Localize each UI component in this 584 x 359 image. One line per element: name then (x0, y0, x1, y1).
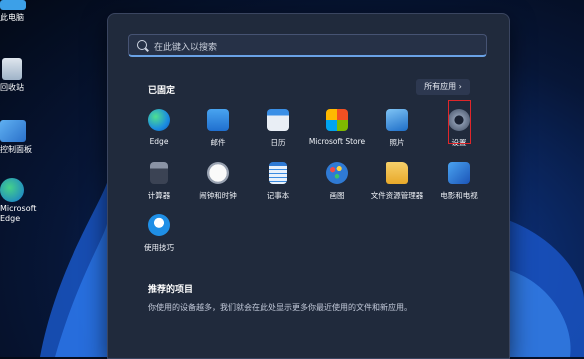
clock-icon (207, 162, 229, 184)
edge-icon (148, 109, 170, 131)
pinned-app-store[interactable]: Microsoft Store (306, 109, 368, 146)
desktop-icon-label: 控制面板 (0, 145, 32, 154)
all-apps-button[interactable]: 所有应用 › (416, 79, 470, 95)
pinned-app-paint[interactable]: 画图 (306, 162, 368, 201)
settings-highlight-box (448, 100, 471, 144)
folder-icon (386, 162, 408, 184)
pinned-title: 已固定 (148, 86, 176, 96)
desktop-icon-computer[interactable]: 此电脑 (0, 0, 42, 23)
pinned-app-label: 使用技巧 (144, 243, 174, 252)
pinned-app-label: Microsoft Store (308, 137, 366, 146)
pinned-app-label: 日历 (270, 138, 286, 147)
pinned-app-label: 照片 (389, 138, 405, 147)
calendar-icon (267, 109, 289, 131)
pinned-app-mail[interactable]: 邮件 (187, 109, 249, 148)
computer-icon (0, 0, 26, 10)
pinned-app-photos[interactable]: 照片 (366, 109, 428, 148)
edge-icon (0, 178, 24, 202)
pinned-app-edge[interactable]: Edge (128, 109, 190, 146)
desktop-icon-control-panel[interactable]: 控制面板 (0, 120, 42, 155)
search-input[interactable]: 在此键入以搜索 (154, 40, 217, 53)
pinned-app-movies-tv[interactable]: 电影和电视 (428, 162, 490, 201)
search-icon (137, 40, 147, 50)
pinned-app-clock[interactable]: 闹钟和时钟 (187, 162, 249, 201)
pinned-app-file-explorer[interactable]: 文件资源管理器 (366, 162, 428, 201)
tips-icon (148, 214, 170, 236)
desktop-icon-label: Microsoft Edge (0, 204, 37, 223)
pinned-app-label: 邮件 (210, 138, 226, 147)
calculator-icon (150, 162, 168, 184)
desktop-icon-label: 此电脑 (0, 13, 24, 22)
search-box[interactable]: 在此键入以搜索 (128, 34, 487, 57)
pinned-app-label: Edge (149, 137, 169, 146)
pinned-app-label: 电影和电视 (440, 191, 478, 200)
desktop-icon-label: 回收站 (0, 83, 24, 92)
start-menu: 在此键入以搜索 已固定 所有应用 › Edge 邮件 日历 Microsoft … (107, 13, 510, 359)
movies-icon (448, 162, 470, 184)
pinned-app-label: 记事本 (266, 191, 290, 200)
recycle-bin-icon (2, 58, 22, 80)
notepad-icon (269, 162, 287, 184)
pinned-app-calculator[interactable]: 计算器 (128, 162, 190, 201)
desktop-icon-recycle-bin[interactable]: 回收站 (0, 58, 42, 93)
pinned-app-label: 画图 (329, 191, 345, 200)
pinned-app-notepad[interactable]: 记事本 (247, 162, 309, 201)
paint-icon (326, 162, 348, 184)
control-panel-icon (0, 120, 26, 142)
mail-icon (207, 109, 229, 131)
pinned-app-label: 文件资源管理器 (370, 191, 424, 200)
store-icon (326, 109, 348, 131)
pinned-app-tips[interactable]: 使用技巧 (128, 214, 190, 253)
pinned-app-calendar[interactable]: 日历 (247, 109, 309, 148)
recommended-title: 推荐的项目 (148, 285, 194, 295)
photos-icon (386, 109, 408, 131)
desktop-icon-edge[interactable]: Microsoft Edge (0, 178, 42, 224)
recommended-empty-text: 你使用的设备越多，我们就会在此处显示更多你最近使用的文件和新应用。 (148, 303, 412, 312)
pinned-app-label: 闹钟和时钟 (199, 191, 237, 200)
pinned-app-label: 计算器 (147, 191, 171, 200)
